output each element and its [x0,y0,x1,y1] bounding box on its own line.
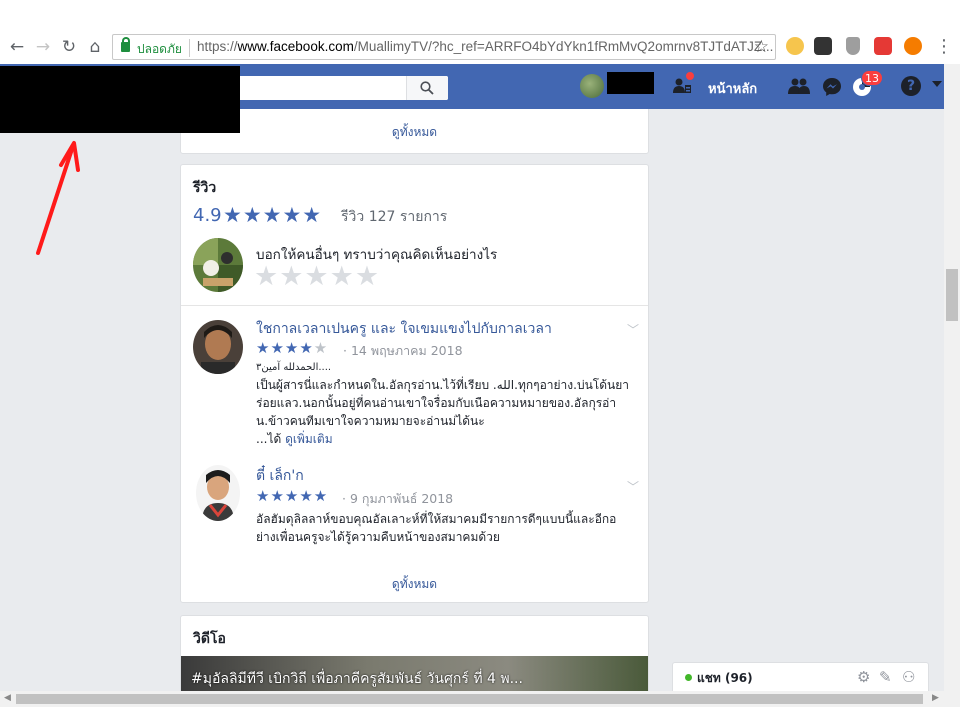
review-stars: ★★★★★ [256,339,328,357]
review-stars: ★★★★★ [256,487,328,505]
reviewer-name[interactable]: ใชกาลเวลาเปนครู และ ใจเขมแขงไปกับกาลเวลา [256,318,552,340]
red-annotation-arrow-icon [36,141,80,255]
ghostery-extension-icon[interactable] [814,37,832,55]
review-ellipsis: ...ได้ [256,432,286,446]
review-line: ร่อยแลว.นอกนั้นอยู่ที่คนอ่านเขาใจรื่อมกั… [256,396,617,410]
review-date[interactable]: · 14 พฤษภาคม 2018 [343,341,463,361]
compose-icon[interactable]: ✎ [879,668,892,686]
videos-card: วิดีโอ #มุอัลลิมีทีวี เบิกวิถี เพื่อภาคี… [180,615,649,691]
url-host: www.facebook.com [237,39,354,54]
reviewer-avatar[interactable] [193,320,243,374]
vertical-dots-icon[interactable]: ⋮ [935,36,953,57]
arrow-right-icon[interactable]: → [32,36,54,58]
messenger-icon[interactable] [821,76,843,98]
videos-title: วิดีโอ [193,631,226,647]
search-button[interactable] [406,76,448,100]
help-icon[interactable]: ? [901,76,921,96]
notification-count-badge: 13 [861,70,883,86]
group-chat-icon[interactable]: ⚇ [902,668,915,686]
arrow-left-icon[interactable]: ← [6,36,28,58]
emoji-extension-icon[interactable] [786,37,804,55]
url-scheme: https:// [197,39,238,54]
average-rating: 4.9 [193,205,222,226]
address-bar[interactable]: ปลอดภัย https://www.facebook.com/Muallim… [112,34,776,60]
review-date[interactable]: · 9 กุมภาพันธ์ 2018 [342,489,453,509]
review-line: อัลฮัมดุลิลลาห์ขอบคุณอัลเลาะห์ที่ให้สมาค… [256,512,617,526]
online-status-dot [685,674,692,681]
review-line: ...ได้ ดูเพิ่มเติม [256,430,638,448]
review-line: ย่างเพื่อนครูจะได้รู้ความคืบหน้าของสมาคม… [256,530,500,544]
review-stars-filled: ★★★★ [256,339,314,357]
new-indicator-dot [685,71,695,81]
reload-icon[interactable]: ↻ [58,36,80,58]
chat-bar[interactable]: แชท (96) ⚙ ✎ ⚇ [672,662,929,691]
home-link[interactable]: หน้าหลัก [708,78,757,99]
lock-icon [121,37,130,52]
browser-window: ← → ↻ ⌂ ปลอดภัย https://www.facebook.com… [0,0,960,720]
url-separator [189,39,190,57]
scroll-left-icon[interactable]: ◀ [4,693,11,703]
video-thumbnail[interactable]: #มุอัลลิมีทีวี เบิกวิถี เพื่อภาคีครูสัมพ… [181,656,648,691]
reviews-card: รีวิว 4.9 ★★★★★ รีวิว 127 รายการ บอกให้ค… [180,164,649,603]
red-extension-icon[interactable] [874,37,892,55]
profile-avatar[interactable] [580,74,604,98]
orange-extension-icon[interactable] [904,37,922,55]
see-more-link[interactable]: ดูเพิ่มเติม [285,432,333,446]
home-icon[interactable]: ⌂ [84,36,106,58]
chevron-down-icon[interactable]: ﹀ [627,478,639,495]
vertical-scrollbar[interactable] [944,64,960,691]
shield-extension-icon[interactable] [846,37,860,55]
review-stars-empty: ★ [313,339,329,357]
review-stars-filled: ★★★★★ [256,487,329,505]
previous-section-card: ดูทั้งหมด [180,109,649,154]
secure-label: ปลอดภัย [137,42,182,56]
see-all-link[interactable]: ดูทั้งหมด [181,123,648,142]
vertical-scrollbar-thumb[interactable] [946,269,958,321]
reviewer-avatar[interactable] [196,465,240,521]
star-icon[interactable]: ☆ [754,37,769,57]
video-title[interactable]: #มุอัลลิมีทีวี เบิกวิถี เพื่อภาคีครูสัมพ… [191,668,523,690]
screen-bottom-margin [0,707,960,720]
average-rating-stars: ★★★★★ [223,203,323,227]
review-line: น.ข้าวคนทีมเขาใจความหมายจะอ่านม่ได้นะ [256,414,485,428]
review-text: อัลฮัมดุลิลลาห์ขอบคุณอัลเลาะห์ที่ให้สมาค… [256,510,638,546]
rate-stars-input[interactable]: ★★★★★ [254,261,380,292]
review-line: الحمدلله آمين٣.... [256,362,332,373]
review-text: الحمدلله آمين٣.... เป็นผู้สารนี่และกำหนด… [256,360,638,448]
browser-toolbar: ← → ↻ ⌂ ปลอดภัย https://www.facebook.com… [0,0,960,64]
horizontal-scrollbar[interactable]: ◀ ▶ [0,691,960,707]
review-line: เป็นผู้สารนี่และกำหนดใน.อัลกุรอ่าน.ไว้ที… [256,378,629,392]
chat-label[interactable]: แชท (96) [697,669,753,688]
page-content: ดูทั้งหมด รีวิว 4.9 ★★★★★ รีวิว 127 รายก… [0,109,944,691]
reviews-title: รีวิว [193,180,217,196]
redacted-profile-name [607,72,654,94]
own-avatar [193,238,243,292]
redaction-box [0,66,240,133]
url-text[interactable]: https://www.facebook.com/MuallimyTV/?hc_… [197,39,773,54]
reviewer-name[interactable]: ตี๋ เล็ก'ก [256,465,304,487]
friend-requests-icon[interactable] [788,76,810,98]
gear-icon[interactable]: ⚙ [857,668,870,686]
horizontal-scrollbar-thumb[interactable] [16,694,923,704]
chevron-down-icon[interactable]: ﹀ [627,321,639,338]
search-icon [420,81,434,95]
account-menu-caret-icon[interactable] [932,81,942,87]
url-path: /MuallimyTV/?hc_ref=ARRFO4bYdYkn1fRmMvQ2… [353,39,774,54]
see-all-link[interactable]: ดูทั้งหมด [181,575,648,594]
scroll-right-icon[interactable]: ▶ [932,693,939,703]
divider [181,305,648,306]
review-count[interactable]: รีวิว 127 รายการ [341,206,447,228]
